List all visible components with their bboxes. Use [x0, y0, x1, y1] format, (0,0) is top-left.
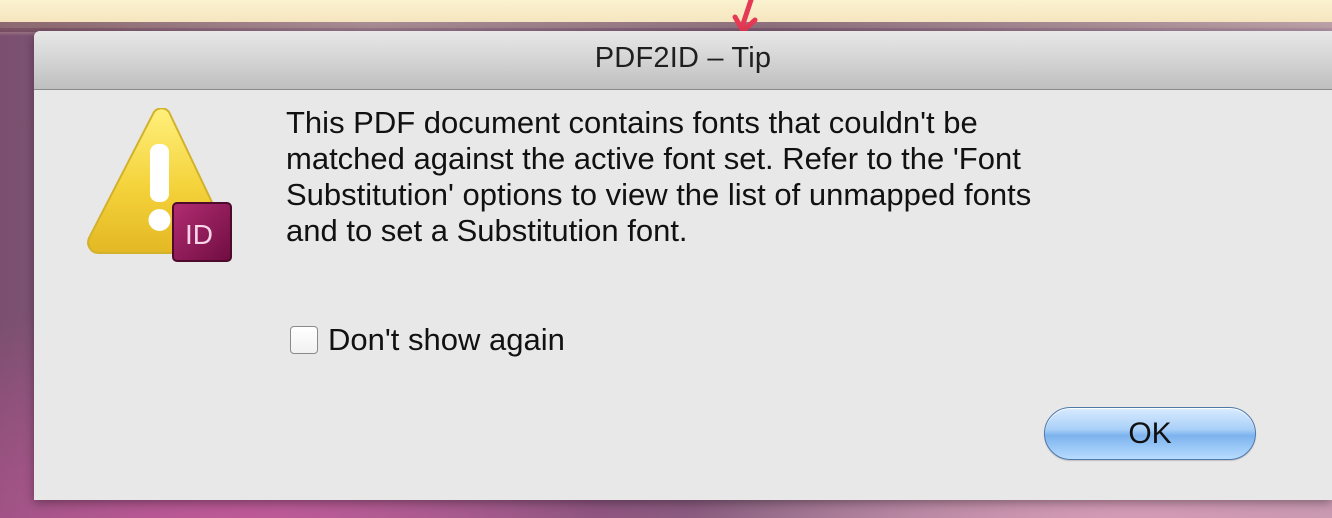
dialog-title: PDF2ID – Tip	[594, 42, 772, 74]
message-line: This PDF document contains fonts that co…	[286, 105, 978, 140]
dialog-title-bar: PDF2ID – Tip	[34, 31, 1332, 90]
message-line: and to set a Substitution font.	[286, 213, 688, 248]
message-line: Substitution' options to view the list o…	[286, 177, 1032, 212]
warning-indesign-icon: ID	[87, 108, 232, 262]
dont-show-again-row[interactable]: Don't show again	[290, 320, 565, 360]
dont-show-again-checkbox[interactable]	[290, 326, 318, 354]
indesign-badge-text: ID	[185, 219, 213, 250]
dont-show-again-label[interactable]: Don't show again	[328, 322, 565, 358]
ok-button-label: OK	[1128, 416, 1172, 450]
pdf2id-tip-dialog: PDF2ID – Tip ID This PDF document contai…	[34, 31, 1332, 500]
dialog-message: This PDF document contains fonts that co…	[286, 105, 1286, 249]
ok-button[interactable]: OK	[1044, 407, 1256, 460]
message-line: matched against the active font set. Ref…	[286, 141, 1021, 176]
